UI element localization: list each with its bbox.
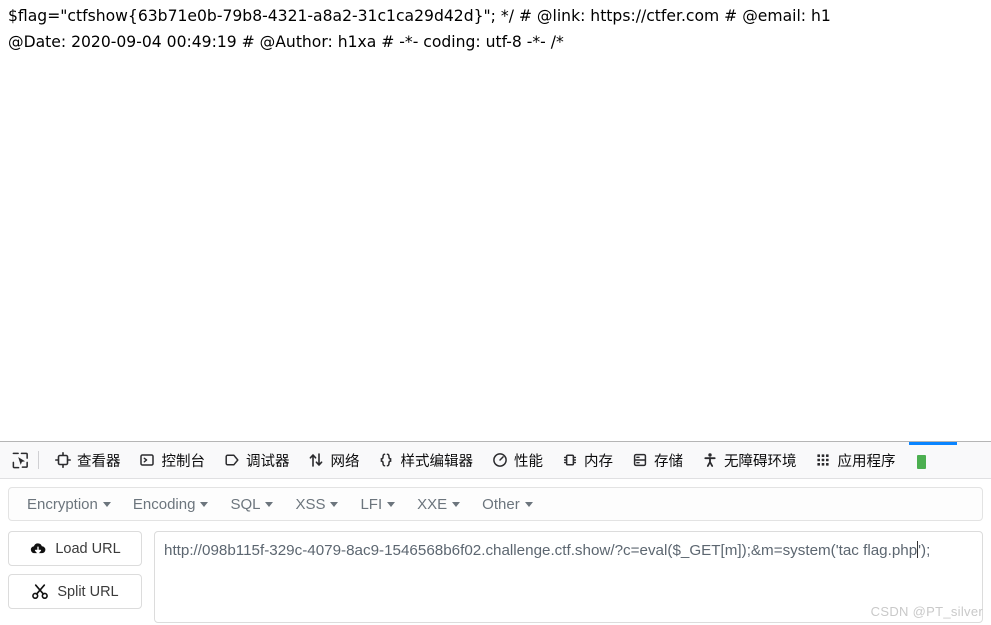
tab-performance-label: 性能 [514,453,543,470]
application-icon [815,452,832,469]
menu-xss-label: XSS [295,495,326,513]
menu-encryption-label: Encryption [27,495,98,513]
menu-lfi-label: LFI [360,495,383,513]
chevron-down-icon [265,501,274,507]
memory-icon [561,452,578,469]
hackbar-icon [917,455,926,469]
performance-icon [491,452,508,469]
tab-network[interactable]: 网络 [299,442,369,478]
tab-storage[interactable]: 存储 [622,442,692,478]
tab-accessibility-label: 无障碍环境 [724,453,797,470]
tab-hackbar-partial[interactable] [905,442,957,478]
hackbar-menubar: Encryption Encoding SQL XSS LFI XXE Othe… [8,487,983,521]
url-text-before-caret: http://098b115f-329c-4079-8ac9-1546568b6… [164,542,918,559]
menu-encoding[interactable]: Encoding [123,491,219,518]
chevron-down-icon [330,501,339,507]
tab-console-label: 控制台 [161,453,206,470]
tab-style-editor[interactable]: 样式编辑器 [369,442,483,478]
console-icon [139,452,156,469]
load-url-button[interactable]: Load URL [8,531,142,566]
chevron-down-icon [387,501,396,507]
toolbar-divider [38,451,39,469]
source-line-1: $flag="ctfshow{63b71e0b-79b8-4321-a8a2-3… [8,7,831,25]
chevron-down-icon [200,501,209,507]
accessibility-icon [701,452,718,469]
page-content: $flag="ctfshow{63b71e0b-79b8-4321-a8a2-3… [0,0,991,55]
devtools-toolbar: 查看器 控制台 调试器 网络 样式编辑器 性能 内存 存储 无障碍环境 应用程序 [0,442,991,479]
menu-sql[interactable]: SQL [220,491,283,518]
inspector-icon [54,452,71,469]
scissors-icon [31,583,49,601]
tab-application-label: 应用程序 [837,453,896,470]
chevron-down-icon [452,501,461,507]
source-line-2: @Date: 2020-09-04 00:49:19 # @Author: h1… [8,33,564,51]
tab-memory[interactable]: 内存 [552,442,622,478]
chevron-down-icon [524,501,533,507]
storage-icon [631,452,648,469]
url-input[interactable]: http://098b115f-329c-4079-8ac9-1546568b6… [154,531,983,623]
debugger-icon [223,452,240,469]
tab-application[interactable]: 应用程序 [806,442,905,478]
tab-storage-label: 存储 [654,453,683,470]
tab-memory-label: 内存 [584,453,613,470]
element-picker-icon[interactable] [6,446,34,474]
load-url-label: Load URL [55,540,121,557]
tab-debugger[interactable]: 调试器 [214,442,299,478]
browser-window: $flag="ctfshow{63b71e0b-79b8-4321-a8a2-3… [0,0,991,625]
tab-style-editor-label: 样式编辑器 [400,453,474,470]
menu-xss[interactable]: XSS [285,491,348,518]
tab-inspector[interactable]: 查看器 [45,442,130,478]
network-icon [308,452,325,469]
menu-xxe-label: XXE [417,495,448,513]
tab-performance[interactable]: 性能 [482,442,552,478]
menu-lfi[interactable]: LFI [350,491,405,518]
tab-console[interactable]: 控制台 [130,442,215,478]
chevron-down-icon [102,501,111,507]
style-editor-icon [378,452,395,469]
tab-debugger-label: 调试器 [246,453,290,470]
split-url-button[interactable]: Split URL [8,574,142,609]
tab-accessibility[interactable]: 无障碍环境 [692,442,806,478]
hackbar-body: Load URL Split URL http://098b115f-329c-… [8,531,983,623]
devtools-panel: 查看器 控制台 调试器 网络 样式编辑器 性能 内存 存储 无障碍环境 应用程序… [0,441,991,625]
hackbar-panel: Encryption Encoding SQL XSS LFI XXE Othe… [0,479,991,625]
menu-other[interactable]: Other [472,491,543,518]
menu-sql-label: SQL [230,495,261,513]
url-text-after-caret: '); [918,542,931,559]
cloud-download-icon [29,540,47,558]
menu-encoding-label: Encoding [132,495,196,513]
menu-xxe[interactable]: XXE [407,491,470,518]
tab-network-label: 网络 [330,453,360,470]
split-url-label: Split URL [57,583,119,600]
tab-inspector-label: 查看器 [77,453,121,470]
hackbar-actions: Load URL Split URL [8,531,142,623]
menu-other-label: Other [482,495,520,513]
menu-encryption[interactable]: Encryption [17,491,121,518]
